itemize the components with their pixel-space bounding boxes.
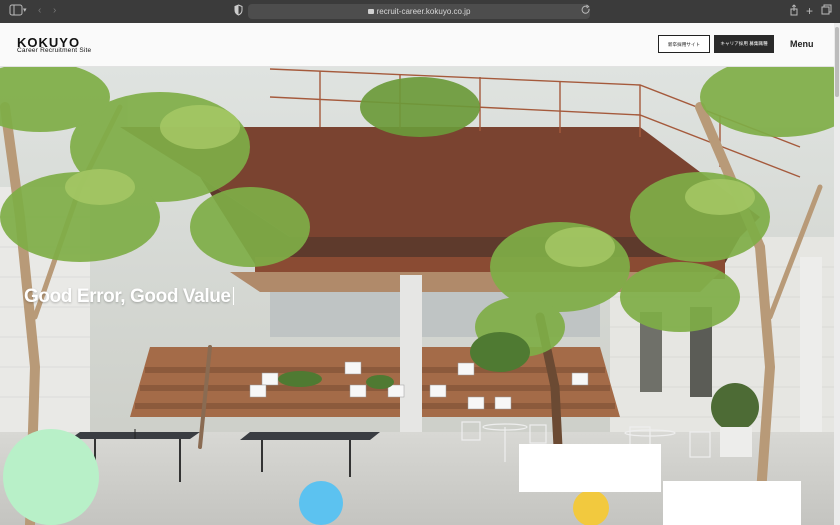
hero-headline: Good Error, Good Value	[24, 286, 235, 308]
address-bar[interactable]: recruit-career.kokuyo.co.jp	[248, 4, 590, 19]
browser-toolbar: ▾ ‹ › recruit-career.kokuyo.co.jp +	[0, 0, 840, 23]
logo-subtitle: Career Recruitment Site	[17, 47, 92, 54]
scrollbar-thumb[interactable]	[835, 27, 839, 97]
site-header: KOKUYO Career Recruitment Site 新卒採用サイト キ…	[0, 23, 834, 67]
reload-icon[interactable]	[581, 4, 591, 18]
white-rectangle-shape	[519, 444, 661, 492]
mint-circle-shape	[3, 429, 99, 525]
chevron-down-icon[interactable]: ▾	[23, 4, 27, 18]
share-icon[interactable]	[789, 4, 799, 18]
shield-icon[interactable]	[234, 4, 243, 18]
new-tab-icon[interactable]: +	[806, 4, 813, 18]
hero-section: Good Error, Good Value	[0, 67, 834, 525]
lock-icon	[367, 9, 374, 14]
hero-headline-text: Good Error, Good Value	[24, 286, 231, 307]
page-scrollbar[interactable]	[834, 23, 840, 525]
sidebar-icon[interactable]	[9, 4, 23, 18]
tabs-icon[interactable]	[821, 4, 833, 18]
back-icon[interactable]: ‹	[38, 4, 41, 18]
career-positions-button[interactable]: キャリア採用 募集職種	[714, 35, 774, 53]
menu-button[interactable]: Menu	[790, 39, 814, 49]
url-text: recruit-career.kokuyo.co.jp	[376, 7, 471, 16]
forward-icon[interactable]: ›	[53, 4, 56, 18]
yellow-circle-shape	[573, 490, 609, 525]
white-square-shape	[663, 481, 801, 525]
blue-circle-shape	[299, 481, 343, 525]
typing-caret	[232, 287, 235, 305]
newgrad-site-button[interactable]: 新卒採用サイト	[658, 35, 710, 53]
